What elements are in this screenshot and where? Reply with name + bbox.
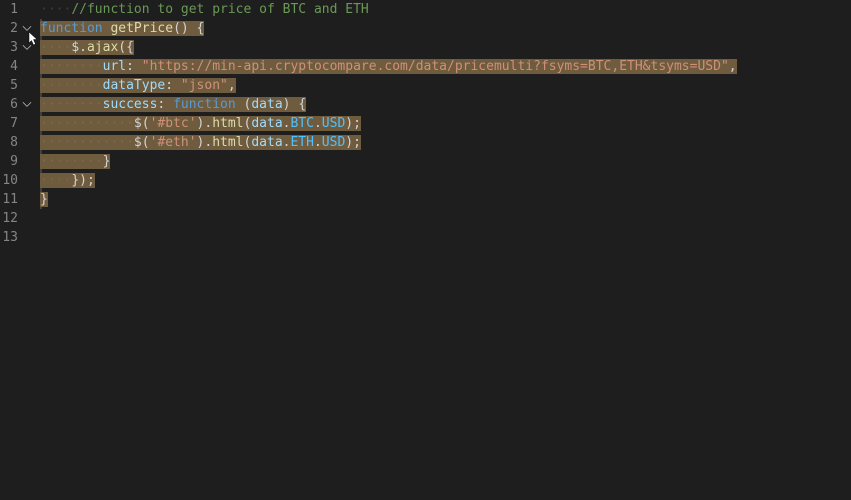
code-line[interactable]: ········dataType: "json", [40,76,851,95]
code-line[interactable]: ····}); [40,171,851,190]
code-line[interactable] [40,209,851,228]
code-line[interactable]: ············$('#eth').html(data.ETH.USD)… [40,133,851,152]
code-line[interactable]: ········success: function (data) { [40,95,851,114]
code-area[interactable]: ····//function to get price of BTC and E… [40,0,851,500]
line-number: 7 [0,114,36,133]
gutter: 12345678910111213 [0,0,40,500]
line-number: 12 [0,209,36,228]
code-line[interactable]: ········url: "https://min-api.cryptocomp… [40,57,851,76]
code-editor[interactable]: 12345678910111213 ····//function to get … [0,0,851,500]
code-line[interactable]: function getPrice() { [40,19,851,38]
line-number: 10 [0,171,36,190]
code-line[interactable] [40,228,851,247]
line-number: 6 [0,95,36,114]
code-line[interactable]: ····//function to get price of BTC and E… [40,0,851,19]
line-number: 9 [0,152,36,171]
line-number: 4 [0,57,36,76]
line-number: 13 [0,228,36,247]
line-number: 5 [0,76,36,95]
line-number: 11 [0,190,36,209]
code-line[interactable]: ····$.ajax({ [40,38,851,57]
code-line[interactable]: ············$('#btc').html(data.BTC.USD)… [40,114,851,133]
line-number: 8 [0,133,36,152]
line-number: 1 [0,0,36,19]
mouse-cursor-icon [26,31,42,47]
code-line[interactable]: ········} [40,152,851,171]
code-line[interactable]: } [40,190,851,209]
chevron-down-icon[interactable] [20,97,34,111]
